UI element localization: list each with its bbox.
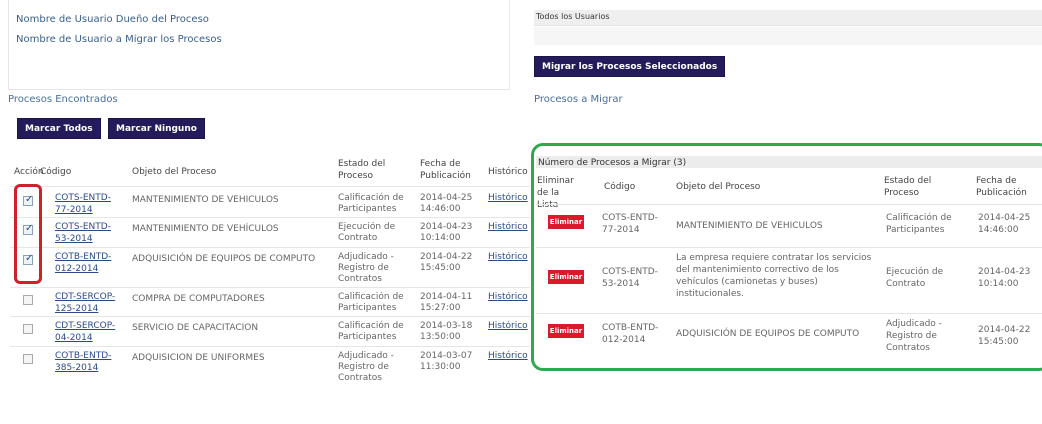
migrate-object: vehículos (camionetas y buses) [676, 277, 818, 287]
process-code-link[interactable]: COTS-ENTD- [55, 192, 111, 204]
process-object: ADQUISICION DE UNIFORMES [132, 353, 265, 363]
process-state: Participantes [338, 303, 397, 313]
select-all-button[interactable]: Marcar Todos [17, 118, 101, 139]
process-object: MANTENIMIENTO DE VEHICULOS [132, 195, 279, 205]
mig-col-state: Estado del Proceso [884, 176, 932, 198]
history-link[interactable]: Histórico [488, 291, 528, 303]
row-divider [10, 287, 530, 288]
process-checkbox[interactable] [23, 324, 33, 334]
migrate-object: del mantenimiento correctivo de los [676, 265, 839, 275]
all-users-field[interactable] [534, 10, 1042, 26]
process-code-link[interactable]: COTS-ENTD- [55, 221, 111, 233]
process-time: 15:27:00 [420, 303, 461, 313]
process-code-link[interactable]: 385-2014 [55, 362, 98, 374]
row-divider [10, 247, 530, 248]
process-state: Contrato [338, 233, 378, 243]
to-migrate-title: Procesos a Migrar [534, 94, 623, 105]
migrate-object: MANTENIMIENTO DE VEHICULOS [676, 221, 823, 231]
migrate-code: 77-2014 [602, 225, 640, 235]
process-checkbox[interactable] [23, 354, 33, 364]
process-checkbox[interactable] [23, 295, 33, 305]
migrate-row-divider [536, 247, 1042, 248]
history-link[interactable]: Histórico [488, 350, 528, 362]
col-header-code: Código [40, 167, 72, 177]
mig-col-date: Fecha de Publicación [976, 176, 1027, 198]
process-code-link[interactable]: CDT-SERCOP- [55, 291, 115, 303]
migrate-code: COTB-ENTD- [602, 323, 659, 333]
process-object: SERVICIO DE CAPACITACION [132, 323, 259, 333]
all-users-dropdown-area [534, 27, 1042, 45]
migrate-time: 15:45:00 [978, 337, 1019, 347]
migrate-date: 2014-04-25 [978, 213, 1031, 223]
process-code-link[interactable]: 125-2014 [55, 303, 98, 315]
process-object: ADQUISICIÓN DE EQUIPOS DE COMPUTO [132, 254, 316, 264]
history-link[interactable]: Histórico [488, 192, 528, 204]
process-object: COMPRA DE COMPUTADORES [132, 294, 265, 304]
migrate-state: Calificación de [886, 213, 952, 223]
history-link[interactable]: Histórico [488, 251, 528, 263]
migrate-state: Participantes [886, 225, 945, 235]
col-header-history: Histórico [488, 167, 528, 177]
process-code-link[interactable]: COTB-ENTD- [55, 251, 111, 263]
process-code-link[interactable]: COTB-ENTD- [55, 350, 111, 362]
all-users-label: Todos los Usuarios [536, 12, 610, 21]
process-time: 11:30:00 [420, 362, 461, 372]
migrate-code: 012-2014 [602, 335, 646, 345]
migrate-state: Contrato [886, 279, 926, 289]
migrate-object: institucionales. [676, 289, 744, 299]
col-header-object: Objeto del Proceso [132, 167, 217, 177]
row-divider [10, 316, 530, 317]
checked-rows-highlight [14, 184, 42, 284]
process-code-link[interactable]: 77-2014 [55, 204, 93, 216]
process-time: 10:14:00 [420, 233, 461, 243]
row-divider [10, 346, 530, 347]
process-code-link[interactable]: 04-2014 [55, 332, 93, 344]
owner-user-label: Nombre de Usuario Dueño del Proceso [16, 14, 209, 25]
mig-col-remove: Eliminar de la Lista [537, 176, 574, 210]
process-code-link[interactable]: CDT-SERCOP- [55, 320, 115, 332]
migrate-date: 2014-04-23 [978, 267, 1031, 277]
migrate-object: La empresa requiere contratar los servic… [676, 253, 872, 263]
migrate-state: Contratos [886, 343, 930, 353]
select-none-button[interactable]: Marcar Ninguno [108, 118, 205, 139]
process-state: Contratos [338, 373, 382, 383]
mig-col-code: Código [604, 182, 636, 192]
process-time: 14:46:00 [420, 204, 461, 214]
migrate-code: 53-2014 [602, 279, 640, 289]
process-time: 13:50:00 [420, 332, 461, 342]
migrate-code: COTS-ENTD- [602, 213, 658, 223]
migrate-time: 14:46:00 [978, 225, 1019, 235]
migrate-date: 2014-04-22 [978, 325, 1031, 335]
mig-header-divider [536, 204, 1042, 205]
process-code-link[interactable]: 012-2014 [55, 263, 98, 275]
col-header-date: Fecha de Publicación [420, 159, 471, 181]
process-object: MANTENIMIENTO DE VEHÍCULOS [132, 224, 279, 234]
row-divider [10, 217, 530, 218]
migrate-selected-button[interactable]: Migrar los Procesos Seleccionados [534, 56, 726, 77]
migrate-state: Ejecución de [886, 267, 944, 277]
history-link[interactable]: Histórico [488, 221, 528, 233]
migrate-state: Adjudicado - [886, 319, 942, 329]
migrate-code: COTS-ENTD- [602, 267, 658, 277]
process-state: Participantes [338, 204, 397, 214]
migrate-user-label: Nombre de Usuario a Migrar los Procesos [16, 34, 222, 45]
to-migrate-count: Número de Procesos a Migrar (3) [538, 158, 687, 168]
migrate-state: Registro de [886, 331, 937, 341]
remove-from-list-button[interactable]: Eliminar [548, 215, 584, 229]
process-state: Contratos [338, 274, 382, 284]
process-code-link[interactable]: 53-2014 [55, 233, 93, 245]
col-header-state: Estado del Proceso [338, 159, 386, 181]
mig-col-object: Objeto del Proceso [676, 182, 761, 192]
remove-from-list-button[interactable]: Eliminar [548, 324, 584, 338]
history-link[interactable]: Histórico [488, 320, 528, 332]
migrate-time: 10:14:00 [978, 279, 1019, 289]
header-divider [10, 186, 530, 187]
migrate-object: ADQUISICIÓN DE EQUIPOS DE COMPUTO [676, 329, 860, 339]
migrate-row-divider [536, 313, 1042, 314]
process-time: 15:45:00 [420, 263, 461, 273]
found-processes-title: Procesos Encontrados [8, 94, 118, 105]
remove-from-list-button[interactable]: Eliminar [548, 270, 584, 284]
process-state: Participantes [338, 332, 397, 342]
